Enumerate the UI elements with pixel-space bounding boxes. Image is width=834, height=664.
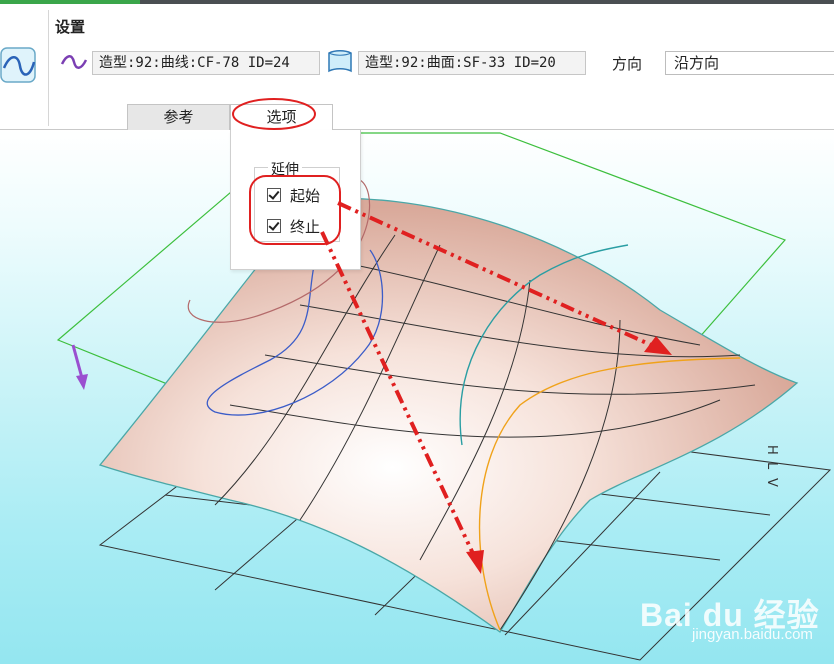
end-checkbox[interactable] bbox=[267, 219, 281, 233]
surface-icon bbox=[328, 50, 352, 73]
start-label: 起始 bbox=[290, 186, 321, 205]
active-tab-accent bbox=[0, 0, 140, 4]
watermark-url: jingyan.baidu.com bbox=[692, 626, 813, 643]
surface-reference-field[interactable]: 造型:92:曲面:SF-33 ID=20 bbox=[358, 51, 586, 75]
triad-label-h: H bbox=[764, 445, 779, 455]
triad-label-l: L bbox=[764, 462, 779, 470]
section-title: 设置 bbox=[55, 18, 86, 36]
graphics-viewport[interactable]: H L V bbox=[0, 130, 834, 664]
extend-group-title: 延伸 bbox=[268, 159, 302, 179]
model-geometry: H L V bbox=[56, 132, 832, 661]
end-label: 终止 bbox=[290, 217, 321, 236]
triad-label-v: V bbox=[764, 478, 779, 487]
tab-options[interactable]: 选项 bbox=[230, 104, 333, 131]
ribbon-separator bbox=[48, 10, 49, 126]
direction-select[interactable]: 沿方向 bbox=[665, 51, 834, 75]
tab-references[interactable]: 参考 bbox=[127, 104, 230, 130]
view-triad: H L V bbox=[764, 445, 779, 487]
extend-start-option[interactable]: 起始 bbox=[267, 185, 320, 205]
options-panel: 延伸 起始 终止 bbox=[230, 130, 361, 270]
ribbon-toolbar: 设置 造型:92:曲线:CF-78 ID=24 造型:92:曲面:SF-33 I… bbox=[0, 0, 834, 131]
extend-end-option[interactable]: 终止 bbox=[267, 216, 320, 236]
curve-on-surface-icon[interactable] bbox=[0, 46, 38, 86]
curve-reference-field[interactable]: 造型:92:曲线:CF-78 ID=24 bbox=[92, 51, 320, 75]
curve-icon bbox=[60, 55, 88, 69]
start-checkbox[interactable] bbox=[267, 188, 281, 202]
direction-label: 方向 bbox=[612, 55, 643, 73]
